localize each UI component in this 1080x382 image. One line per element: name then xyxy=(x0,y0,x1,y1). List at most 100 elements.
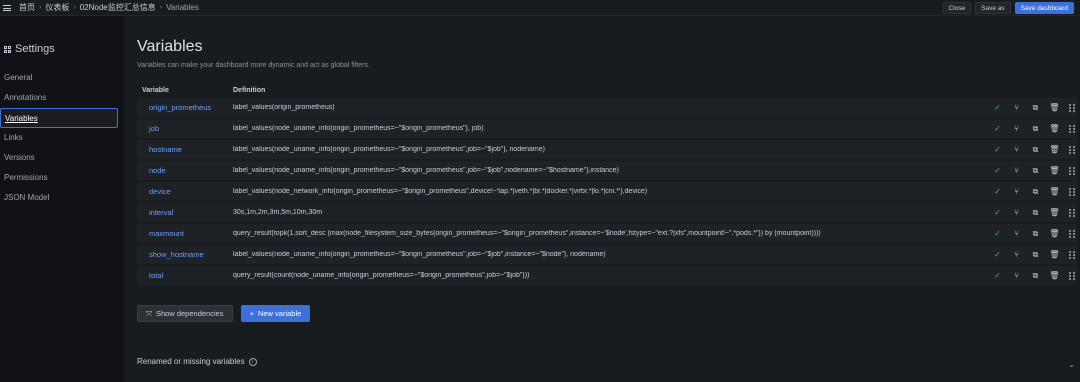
row-actions: ✓ ⑂ ⧉ 🗑 xyxy=(988,266,1077,285)
settings-title: Settings xyxy=(4,43,55,55)
save-dashboard-button[interactable]: Save dashboard xyxy=(1014,2,1074,14)
trash-icon[interactable]: 🗑 xyxy=(1045,166,1064,175)
grid-icon xyxy=(4,45,11,53)
duplicate-icon[interactable]: ⧉ xyxy=(1026,145,1045,155)
variable-definition: query_result(topk(1,sort_desc (max(node_… xyxy=(233,230,821,237)
variable-name-link[interactable]: total xyxy=(137,271,233,280)
trash-icon[interactable]: 🗑 xyxy=(1045,229,1064,238)
trash-icon[interactable]: 🗑 xyxy=(1045,208,1064,217)
drag-handle-icon[interactable] xyxy=(1069,145,1077,154)
branch-icon[interactable]: ⑂ xyxy=(1007,103,1026,112)
duplicate-icon[interactable]: ⧉ xyxy=(1026,187,1045,197)
info-icon[interactable]: i xyxy=(248,357,257,366)
row-actions: ✓ ⑂ ⧉ 🗑 xyxy=(988,224,1077,243)
branch-icon[interactable]: ⑂ xyxy=(1007,229,1026,238)
sidebar-item-links[interactable]: Links xyxy=(0,128,124,148)
sidebar-item-general[interactable]: General xyxy=(0,68,124,88)
show-dependencies-label: Show dependencies xyxy=(156,309,224,318)
drag-handle-icon[interactable] xyxy=(1069,229,1077,238)
variable-name-link[interactable]: show_hostname xyxy=(137,250,233,259)
duplicate-icon[interactable]: ⧉ xyxy=(1026,103,1045,113)
breadcrumb-dashboards[interactable]: 仪表板 xyxy=(45,2,69,13)
branch-icon[interactable]: ⑂ xyxy=(1007,166,1026,175)
variable-name-link[interactable]: hostname xyxy=(137,145,233,154)
chevron-right-icon: › xyxy=(159,4,163,11)
trash-icon[interactable]: 🗑 xyxy=(1045,103,1064,112)
new-variable-button[interactable]: + New variable xyxy=(240,305,311,322)
table-row: device label_values(node_network_info{ori… xyxy=(137,182,1077,201)
trash-icon[interactable]: 🗑 xyxy=(1045,124,1064,133)
variable-name-link[interactable]: node xyxy=(137,166,233,175)
variable-name-link[interactable]: maxmount xyxy=(137,229,233,238)
branch-icon[interactable]: ⑂ xyxy=(1007,124,1026,133)
table-row: interval 30s,1m,2m,3m,5m,10m,30m ✓ ⑂ ⧉ 🗑 xyxy=(137,203,1077,222)
row-actions: ✓ ⑂ ⧉ 🗑 xyxy=(988,98,1077,117)
check-icon: ✓ xyxy=(994,271,1001,280)
sidebar-item-permissions[interactable]: Permissions xyxy=(0,168,124,188)
top-actions: Close Save as Save dashboard xyxy=(942,2,1074,14)
row-actions: ✓ ⑂ ⧉ 🗑 xyxy=(988,140,1077,159)
chevron-down-icon[interactable]: ⌄ xyxy=(1068,360,1075,369)
table-row: job label_values(node_uname_info{origin_p… xyxy=(137,119,1077,138)
variable-definition: label_values(node_uname_info{origin_prom… xyxy=(233,146,545,153)
drag-handle-icon[interactable] xyxy=(1069,250,1077,259)
sidebar-item-annotations[interactable]: Annotations xyxy=(0,88,124,108)
row-actions: ✓ ⑂ ⧉ 🗑 xyxy=(988,119,1077,138)
row-actions: ✓ ⑂ ⧉ 🗑 xyxy=(988,203,1077,222)
drag-handle-icon[interactable] xyxy=(1069,103,1077,112)
branch-icon[interactable]: ⑂ xyxy=(1007,145,1026,154)
row-actions: ✓ ⑂ ⧉ 🗑 xyxy=(988,182,1077,201)
chevron-right-icon: › xyxy=(39,4,42,11)
drag-handle-icon[interactable] xyxy=(1069,187,1077,196)
sidebar-item-variables[interactable]: Variables xyxy=(0,108,118,128)
variable-name-link[interactable]: interval xyxy=(137,208,233,217)
close-button[interactable]: Close xyxy=(942,2,972,14)
duplicate-icon[interactable]: ⧉ xyxy=(1026,124,1045,134)
variable-definition: query_result(count(node_uname_info{origi… xyxy=(233,272,530,279)
page-title: Variables xyxy=(137,38,203,55)
dependencies-icon: ⤧ xyxy=(146,308,152,318)
variable-name-link[interactable]: job xyxy=(137,124,233,133)
table-row: total query_result(count(node_uname_info{… xyxy=(137,266,1077,285)
drag-handle-icon[interactable] xyxy=(1069,124,1077,133)
menu-icon[interactable] xyxy=(3,4,11,11)
table-row: hostname label_values(node_uname_info{ori… xyxy=(137,140,1077,159)
trash-icon[interactable]: 🗑 xyxy=(1045,187,1064,196)
duplicate-icon[interactable]: ⧉ xyxy=(1026,250,1045,260)
variable-definition: 30s,1m,2m,3m,5m,10m,30m xyxy=(233,209,323,216)
page-description: Variables can make your dashboard more d… xyxy=(137,62,370,69)
table-header: Variable Definition xyxy=(137,82,1077,98)
check-icon: ✓ xyxy=(994,145,1001,154)
variable-definition: label_values(node_uname_info{origin_prom… xyxy=(233,167,619,174)
trash-icon[interactable]: 🗑 xyxy=(1045,145,1064,154)
drag-handle-icon[interactable] xyxy=(1069,166,1077,175)
check-icon: ✓ xyxy=(994,166,1001,175)
branch-icon[interactable]: ⑂ xyxy=(1007,208,1026,217)
show-dependencies-button[interactable]: ⤧ Show dependencies xyxy=(137,305,233,322)
breadcrumb: 首页 › 仪表板 › 02Node监控汇总信息 › Variables xyxy=(19,2,199,13)
save-as-button[interactable]: Save as xyxy=(975,2,1011,14)
variables-table: Variable Definition origin_prometheuslab… xyxy=(137,82,1077,287)
variable-definition: label_values(node_uname_info{origin_prom… xyxy=(233,251,606,258)
branch-icon[interactable]: ⑂ xyxy=(1007,271,1026,280)
sidebar-item-json-model[interactable]: JSON Model xyxy=(0,188,124,208)
check-icon: ✓ xyxy=(994,208,1001,217)
duplicate-icon[interactable]: ⧉ xyxy=(1026,166,1045,176)
variable-definition: label_values(node_network_info{origin_pr… xyxy=(233,188,648,195)
variable-name-link[interactable]: device xyxy=(137,187,233,196)
branch-icon[interactable]: ⑂ xyxy=(1007,187,1026,196)
duplicate-icon[interactable]: ⧉ xyxy=(1026,208,1045,218)
renamed-missing-section[interactable]: Renamed or missing variables i xyxy=(137,357,257,366)
breadcrumb-home[interactable]: 首页 xyxy=(19,2,35,13)
sidebar-item-versions[interactable]: Versions xyxy=(0,148,124,168)
trash-icon[interactable]: 🗑 xyxy=(1045,250,1064,259)
branch-icon[interactable]: ⑂ xyxy=(1007,250,1026,259)
trash-icon[interactable]: 🗑 xyxy=(1045,271,1064,280)
breadcrumb-dashboard[interactable]: 02Node监控汇总信息 xyxy=(80,2,156,13)
drag-handle-icon[interactable] xyxy=(1069,271,1077,280)
duplicate-icon[interactable]: ⧉ xyxy=(1026,271,1045,281)
duplicate-icon[interactable]: ⧉ xyxy=(1026,229,1045,239)
variable-name-link[interactable]: origin_prometheus xyxy=(137,103,233,112)
drag-handle-icon[interactable] xyxy=(1069,208,1077,217)
top-navbar: 首页 › 仪表板 › 02Node监控汇总信息 › Variables Clos… xyxy=(0,0,1080,16)
